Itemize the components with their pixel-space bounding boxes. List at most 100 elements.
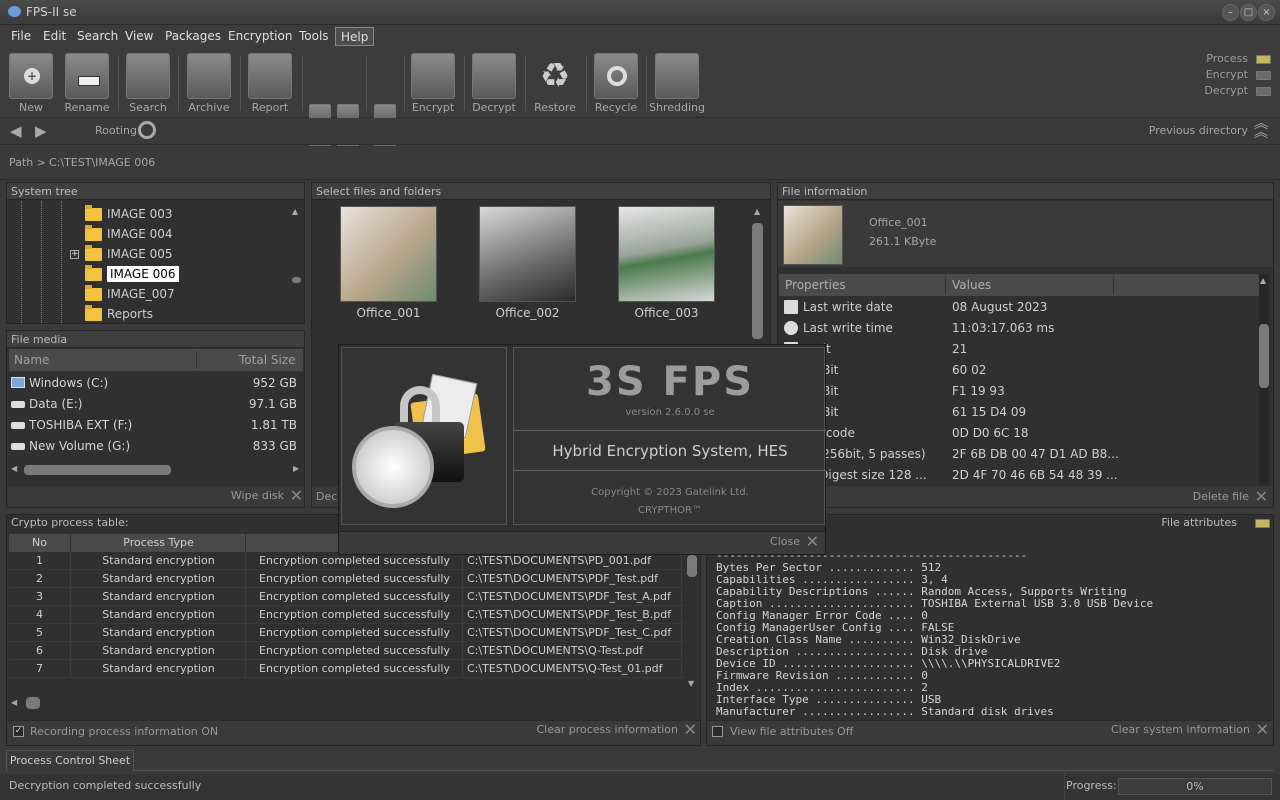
rename-button[interactable]: Rename: [59, 51, 115, 114]
wipe-disk-button[interactable]: Wipe disk ✕: [207, 486, 303, 505]
scroll-up-icon[interactable]: ▲: [292, 207, 298, 216]
archive-button[interactable]: Archive: [181, 51, 237, 114]
table-row[interactable]: 7 Standard encryption Encryption completed…: [9, 660, 685, 678]
tree-item[interactable]: IMAGE 004: [85, 224, 173, 244]
tree-scroll-thumb[interactable]: [292, 277, 301, 283]
menu-help[interactable]: Help: [335, 27, 375, 46]
path-value: C:\TEST\IMAGE 006: [49, 156, 156, 169]
new-button[interactable]: + New: [3, 51, 59, 114]
tree-item[interactable]: IMAGE 005: [85, 244, 173, 264]
decrypt-button[interactable]: Decrypt: [466, 51, 522, 114]
close-icon[interactable]: ×: [1258, 4, 1275, 21]
files-scroll-thumb[interactable]: [752, 223, 763, 339]
menu-search[interactable]: Search: [72, 27, 123, 46]
double-up-chevron-icon[interactable]: ︽ ︽: [1254, 117, 1268, 140]
drive-icon: [11, 443, 25, 450]
view-attributes-checkbox[interactable]: [712, 726, 723, 737]
properties-list: Last write date 08 August 2023 Last write …: [779, 297, 1259, 485]
table-row[interactable]: 2 Standard encryption Encryption completed…: [9, 570, 685, 588]
scroll-right-icon[interactable]: ▶: [293, 464, 299, 473]
media-header-name[interactable]: Name: [14, 349, 49, 371]
property-row[interactable]: 16 Bit60 02: [779, 360, 1259, 381]
tree-item[interactable]: IMAGE 003: [85, 204, 173, 224]
thumbnail-image[interactable]: [618, 206, 715, 302]
attributes-text: ----------------------------------------…: [716, 550, 1272, 716]
property-row[interactable]: 64 Bit61 15 D4 09: [779, 402, 1259, 423]
property-row[interactable]: Last write time 11:03:17.063 ms: [779, 318, 1259, 339]
about-logo: 3S FPS: [585, 359, 754, 405]
clear-system-button[interactable]: Clear system information ✕: [1067, 722, 1269, 738]
back-arrow-icon[interactable]: ◀: [10, 122, 22, 140]
menu-edit[interactable]: Edit: [38, 27, 71, 46]
table-row[interactable]: 6 Standard encryption Encryption completed…: [9, 642, 685, 660]
recycle-button[interactable]: Recycle: [588, 51, 644, 114]
about-close-button[interactable]: Close ✕: [719, 534, 819, 550]
property-row[interactable]: 4 (Digest size 128 ... 2D 4F 70 46 6B 54 …: [779, 465, 1259, 485]
property-row[interactable]: 8 Bit21: [779, 339, 1259, 360]
cell-status: Encryption completed successfully: [247, 606, 463, 624]
col-no[interactable]: No: [9, 534, 71, 552]
tab-process-control-sheet[interactable]: Process Control Sheet: [6, 750, 134, 771]
system-tree-title: System tree: [7, 183, 304, 200]
x-icon: ✕: [289, 486, 303, 505]
key-icon: [472, 53, 516, 99]
menu-file[interactable]: File: [6, 27, 36, 46]
shredding-button[interactable]: Shredding: [649, 51, 705, 114]
cell-type: Standard encryption: [72, 660, 246, 678]
scroll-up-icon[interactable]: ▲: [754, 207, 760, 216]
indicator-decrypt-label: Decrypt: [1204, 84, 1248, 97]
col-process-type[interactable]: Process Type: [72, 534, 246, 552]
crypto-hscroll-thumb[interactable]: [26, 697, 40, 709]
media-row[interactable]: Windows (C:) 952 GB: [11, 373, 303, 394]
about-text-panel: 3S FPS version 2.6.0.0 se Hybrid Encrypt…: [513, 347, 826, 525]
media-row[interactable]: Data (E:) 97.1 GB: [11, 394, 303, 415]
encrypt-button[interactable]: Encrypt: [405, 51, 461, 114]
tree-item[interactable]: IMAGE_007: [85, 284, 175, 304]
binoculars-icon: [126, 53, 170, 99]
select-files-title: Select files and folders: [312, 183, 770, 200]
previous-directory-label[interactable]: Previous directory: [1140, 124, 1248, 137]
table-row[interactable]: 4 Standard encryption Encryption completed…: [9, 606, 685, 624]
table-row[interactable]: 3 Standard encryption Encryption completed…: [9, 588, 685, 606]
menu-packages[interactable]: Packages: [160, 27, 226, 46]
properties-scroll-thumb[interactable]: [1259, 324, 1269, 388]
media-header: Name Total Size: [9, 349, 303, 371]
restore-button[interactable]: ♻ Restore: [527, 51, 583, 114]
archive-icon: [187, 53, 231, 99]
recording-checkbox[interactable]: ✓: [13, 726, 24, 737]
property-row[interactable]: 32 BitF1 19 93: [779, 381, 1259, 402]
clear-process-button[interactable]: Clear process information ✕: [497, 722, 697, 738]
system-tree-panel: System tree IMAGE 003 IMAGE 004 + IMAGE …: [6, 182, 305, 324]
scroll-left-icon[interactable]: ◀: [11, 464, 17, 473]
thumbnail-image[interactable]: [479, 206, 576, 302]
delete-file-button[interactable]: Delete file ✕: [1138, 489, 1268, 505]
crypto-scroll-thumb[interactable]: [687, 555, 697, 577]
search-button[interactable]: Search: [120, 51, 176, 114]
property-row[interactable]: Last write date 08 August 2023: [779, 297, 1259, 318]
expand-plus-icon[interactable]: +: [70, 250, 79, 259]
media-row[interactable]: New Volume (G:) 833 GB: [11, 436, 303, 457]
menu-view[interactable]: View: [120, 27, 158, 46]
menu-tools[interactable]: Tools: [294, 27, 334, 46]
properties-header-label[interactable]: Properties: [785, 274, 846, 296]
minimize-icon[interactable]: –: [1222, 4, 1239, 21]
forward-arrow-icon[interactable]: ▶: [35, 122, 47, 140]
tree-item[interactable]: Reports: [85, 304, 153, 322]
values-header-label[interactable]: Values: [952, 274, 991, 296]
property-row[interactable]: em code 0D D0 6C 18: [779, 423, 1259, 444]
media-header-size[interactable]: Total Size: [239, 349, 295, 371]
table-row[interactable]: 5 Standard encryption Encryption completed…: [9, 624, 685, 642]
menu-encryption[interactable]: Encryption: [223, 27, 297, 46]
property-value: 61 15 D4 09: [952, 405, 1027, 419]
tree-item-selected[interactable]: IMAGE 006: [85, 264, 179, 284]
maximize-icon[interactable]: □: [1240, 4, 1257, 21]
report-button[interactable]: Report: [242, 51, 298, 114]
media-hscroll-thumb[interactable]: [24, 465, 171, 475]
refresh-icon[interactable]: [138, 121, 156, 139]
scroll-left-icon[interactable]: ◀: [11, 698, 17, 707]
media-row[interactable]: TOSHIBA EXT (F:) 1.81 TB: [11, 415, 303, 436]
property-row[interactable]: al (256bit, 5 passes) 2F 6B DB 00 47 D1 A…: [779, 444, 1259, 465]
thumbnail-image[interactable]: [340, 206, 437, 302]
scroll-down-icon[interactable]: ▼: [688, 679, 694, 688]
properties-scrollbar[interactable]: ▲: [1259, 274, 1269, 484]
